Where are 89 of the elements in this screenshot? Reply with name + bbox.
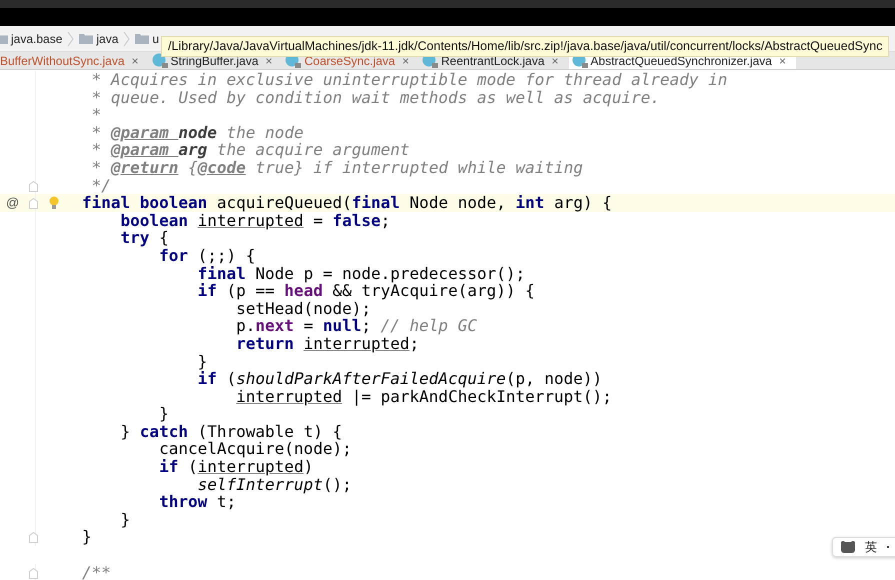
code-comment: * [92,105,102,124]
override-marker[interactable]: @ [6,194,20,212]
code-keyword: catch [140,422,188,441]
code-variable: interrupted [304,334,410,353]
code-keyword: if [198,369,217,388]
lightbulb-icon[interactable] [49,196,59,210]
code-comment: true} if interrupted while waiting [255,158,583,177]
code-comment: * Acquires in exclusive uninterruptible mode for thread already in [92,70,728,89]
code-keyword: null [322,316,362,336]
chevron-icon [123,30,130,46]
code-text: ; [380,210,390,230]
fold-icon[interactable] [29,568,38,579]
folder-icon [135,33,150,44]
breadcrumb-item[interactable]: u [152,32,160,46]
code-text: (p == [226,281,276,300]
code-keyword: if [159,457,178,476]
code-text: p. [236,316,256,336]
code-text: } [82,527,92,546]
code-field: head [284,281,323,300]
code-comment: * queue. Used by condition wait methods as well as acquire. [92,88,660,107]
code-text: t; [216,492,236,512]
code-text: ( [226,369,236,388]
code-text: (p, node)) [506,369,602,388]
code-text: (;;) { [198,246,256,265]
code-keyword: for [159,246,188,265]
fold-icon[interactable] [29,180,38,192]
code-text: ) [304,457,314,476]
doc-param: node [178,122,217,142]
editor-tab[interactable]: BufferWithoutSync.java × [0,52,149,69]
code-comment: * [92,122,102,142]
code-comment: * [92,158,102,177]
code-text: setHead(node); [236,298,371,318]
code-comment: */ [92,176,111,195]
code-keyword: final [198,264,246,283]
code-text: ; [410,334,420,353]
code-text: acquireQueued( [216,193,352,212]
code-text: (); [322,474,352,494]
code-text: ( [188,457,198,476]
code-text: Node node, [410,193,507,212]
code-comment: the node [226,122,304,142]
folder-icon [79,33,94,44]
paw-icon [841,541,855,553]
code-text: ; [361,316,372,336]
code-text: = [304,316,314,336]
code-text: { [159,228,169,248]
language-indicator[interactable]: 英 [865,538,877,556]
code-text: cancelAcquire(node); [159,439,352,458]
code-keyword: try [120,228,150,248]
code-variable: interrupted [236,386,342,406]
fold-icon[interactable] [29,198,38,210]
chevron-icon [67,30,74,46]
code-keyword: if [198,281,217,300]
code-variable: interrupted [198,210,304,230]
code-text: && tryAcquire(arg)) { [332,281,535,300]
breadcrumb-item[interactable]: java [96,32,118,46]
code-keyword: false [332,210,381,230]
path-tooltip: /Library/Java/JavaVirtualMachines/jdk-11.jdk/Contents/Home/lib/src.zip!/java.base/java/util/concurrent/locks/AbstractQueuedSync [161,36,890,57]
code-field: next [255,316,294,336]
code-text: } [159,404,169,424]
code-text: } [198,352,208,370]
doc-tag: @code [198,158,246,177]
code-keyword: final boolean [82,193,208,212]
code-keyword: throw [159,492,208,512]
code-keyword: return [236,334,295,353]
code-variable: interrupted [198,457,304,476]
code-keyword: final [352,193,400,212]
class-icon [152,52,169,68]
breadcrumb-item[interactable]: java.base [11,32,62,46]
code-text: } [120,422,132,441]
code-keyword: int [516,193,544,212]
code-text: } [120,510,130,529]
code-text: = [313,210,323,230]
code-method: selfInterrupt [198,474,323,494]
code-method: shouldParkAfterFailedAcquire [236,369,506,388]
code-keyword: boolean [120,210,189,230]
code-comment: // help GC [380,316,477,336]
code-text: Node p = node.predecessor(); [255,264,526,283]
doc-tag: @param [110,122,178,142]
code-comment: { [188,158,198,177]
code-comment: * [92,140,102,160]
code-text: |= parkAndCheckInterrupt(); [352,386,612,406]
code-comment: /** [82,562,111,580]
code-text: arg) { [554,193,612,212]
doc-tag: @param [110,140,178,160]
code-text: (Throwable t) { [198,422,342,441]
code-comment: the acquire argument [216,140,410,160]
fold-icon[interactable] [29,532,38,544]
doc-param: arg [178,140,208,160]
doc-tag: @return [110,158,178,177]
